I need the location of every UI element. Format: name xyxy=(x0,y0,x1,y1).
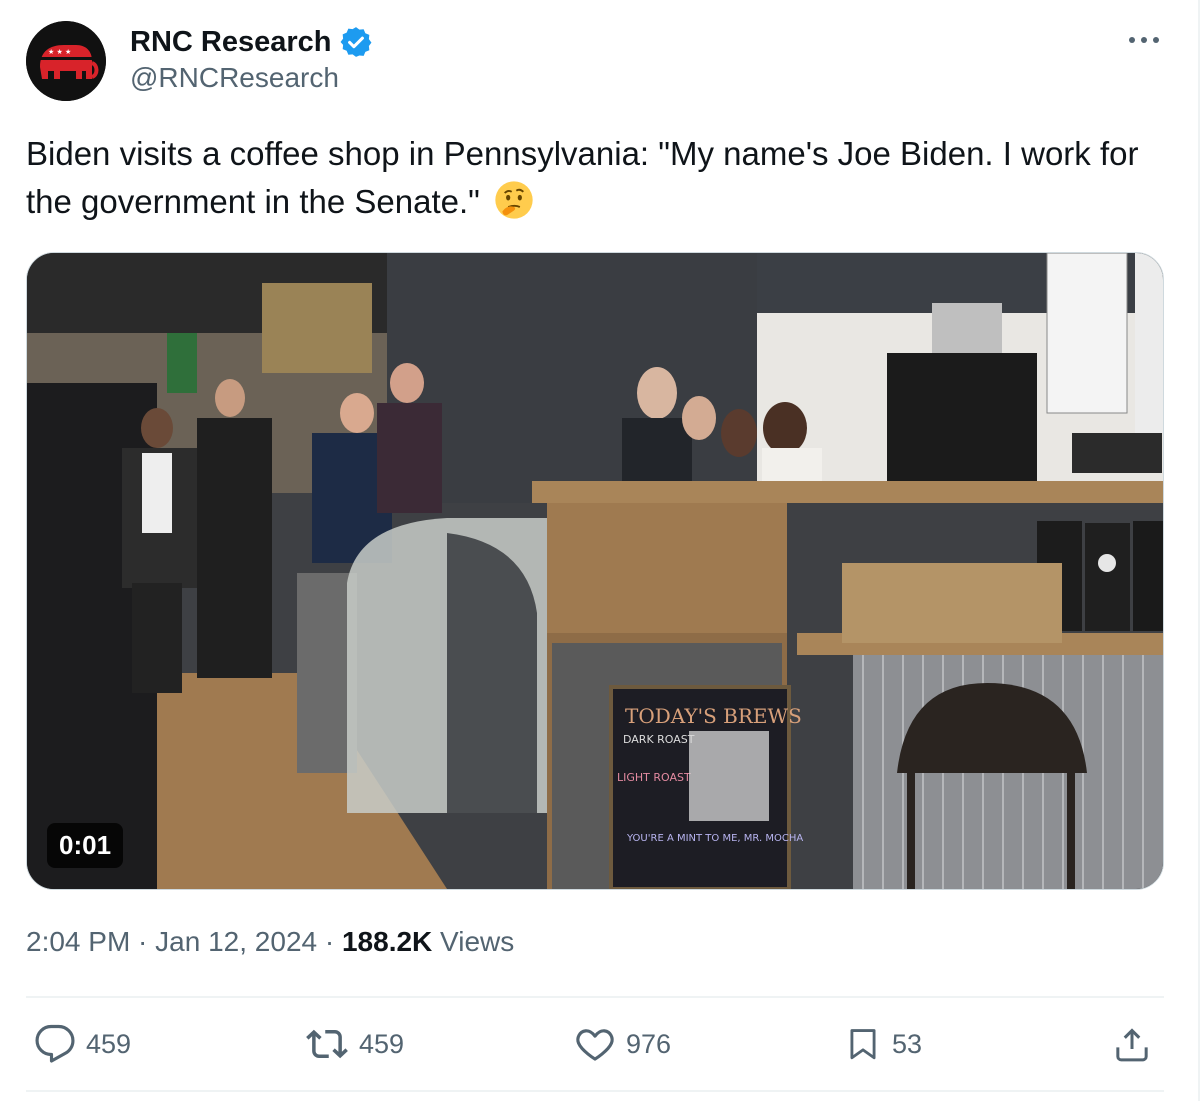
bookmark-button[interactable]: 53 xyxy=(844,1022,922,1066)
chalkboard-line-1: DARK ROAST xyxy=(623,733,695,746)
tweet-date[interactable]: Jan 12, 2024 xyxy=(155,926,317,958)
share-icon xyxy=(1116,1028,1148,1062)
meta-separator: · xyxy=(317,926,342,957)
like-count: 976 xyxy=(626,1028,672,1059)
video-frame-coffee-shop: TODAY'S BREWS DARK ROAST LIGHT ROAST YOU… xyxy=(27,253,1163,889)
divider-bottom xyxy=(26,1090,1164,1092)
tweet-metadata: 2:04 PM · Jan 12, 2024 · 188.2K Views xyxy=(26,922,514,962)
verified-badge-icon xyxy=(341,27,372,57)
display-name[interactable]: RNC Research xyxy=(130,26,331,59)
user-handle[interactable]: @RNCResearch xyxy=(130,62,339,94)
repost-count: 459 xyxy=(359,1028,405,1059)
share-button[interactable] xyxy=(1112,1022,1152,1066)
divider-top xyxy=(26,996,1164,998)
reply-icon xyxy=(35,1024,75,1063)
repost-button[interactable]: 459 xyxy=(305,1022,404,1066)
reply-count: 459 xyxy=(86,1028,132,1059)
tweet-body: Biden visits a coffee shop in Pennsylvan… xyxy=(26,135,1139,220)
video-duration: 0:01 xyxy=(47,823,124,868)
chalkboard-line-2: LIGHT ROAST xyxy=(617,771,691,784)
meta-separator: · xyxy=(130,926,156,957)
thinking-face-emoji-icon xyxy=(495,181,533,219)
bookmark-count: 53 xyxy=(892,1028,923,1059)
views-label: Views xyxy=(432,926,515,957)
bookmark-icon xyxy=(850,1029,876,1060)
svg-text:★ ★ ★: ★ ★ ★ xyxy=(48,48,71,56)
tweet-text: Biden visits a coffee shop in Pennsylvan… xyxy=(26,130,1156,226)
avatar[interactable]: ★ ★ ★ xyxy=(26,21,106,101)
chalkboard-line-3: YOU'RE A MINT TO ME, MR. MOCHA xyxy=(626,833,803,844)
reply-button[interactable]: 459 xyxy=(34,1022,131,1066)
more-options-button[interactable] xyxy=(1124,28,1164,52)
tweet-time[interactable]: 2:04 PM xyxy=(26,926,130,958)
heart-icon xyxy=(576,1029,614,1061)
chalkboard-title: TODAY'S BREWS xyxy=(625,704,802,728)
repost-icon xyxy=(306,1029,348,1059)
video-player[interactable]: TODAY'S BREWS DARK ROAST LIGHT ROAST YOU… xyxy=(26,252,1164,890)
more-horizontal-icon xyxy=(1129,37,1159,43)
views-count[interactable]: 188.2K xyxy=(342,926,432,958)
like-button[interactable]: 976 xyxy=(574,1022,671,1066)
republican-elephant-logo: ★ ★ ★ xyxy=(26,21,106,101)
